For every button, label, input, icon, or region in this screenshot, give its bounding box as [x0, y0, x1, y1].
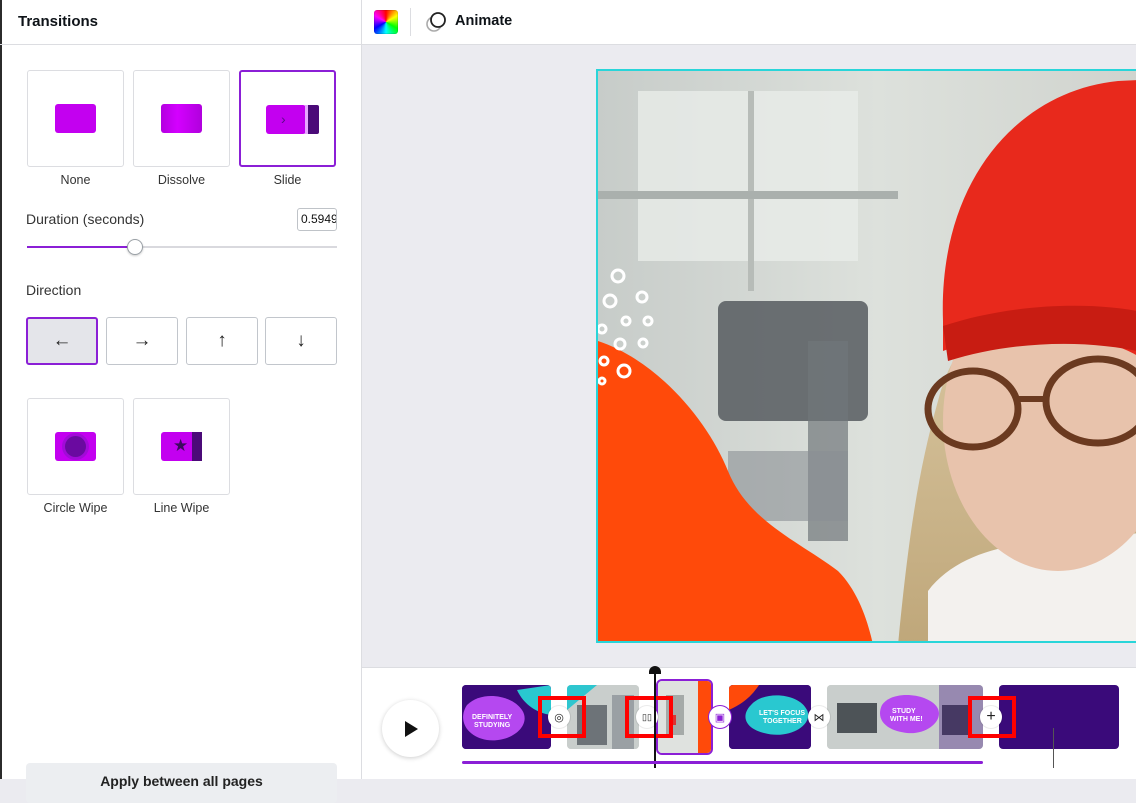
direction-label: Direction: [26, 282, 82, 298]
direction-right-button[interactable]: →: [106, 317, 178, 365]
dissolve-transition-icon: [161, 104, 202, 133]
slide-canvas[interactable]: [596, 69, 1136, 643]
slide-transition-icon: ›: [266, 105, 319, 134]
transition-button-3[interactable]: ▣: [709, 706, 731, 728]
transition-label-slide: Slide: [273, 173, 302, 187]
annotation-box: [968, 696, 1016, 738]
play-icon: [404, 720, 418, 737]
chevron-right-icon: ›: [281, 111, 286, 127]
circle-wipe-transition-icon: [55, 432, 96, 461]
panel-header: Transitions: [0, 0, 361, 45]
panel-title: Transitions: [18, 13, 99, 30]
timeline-progress-bar: [462, 761, 983, 764]
direction-down-button[interactable]: ↓: [265, 317, 337, 365]
transition-label-line-wipe: Line Wipe: [153, 501, 210, 515]
playhead-handle[interactable]: [649, 666, 661, 674]
slide-transition-small-icon: ▣: [714, 711, 726, 724]
transition-tile-circle-wipe[interactable]: [27, 398, 124, 495]
arrow-left-icon: ←: [52, 330, 72, 351]
transitions-panel: Transitions None Dissolve › Slide Durati…: [0, 0, 362, 803]
transition-label-dissolve: Dissolve: [157, 173, 206, 187]
color-picker-icon[interactable]: [374, 10, 398, 34]
clip-text: WITH ME!: [890, 716, 923, 723]
arrow-down-icon: ↓: [296, 330, 306, 351]
arrow-right-icon: →: [132, 330, 152, 351]
animate-icon: [426, 12, 446, 32]
editor-toolbar: Animate: [362, 0, 1136, 45]
annotation-box: [625, 696, 673, 738]
clip-text: STUDY: [892, 708, 916, 715]
timeline: DEFINITELY STUDYING LET'S FOCUS TOGETHER: [362, 666, 1136, 779]
transition-tile-line-wipe[interactable]: ★: [133, 398, 230, 495]
clip-text: STUDYING: [474, 722, 511, 729]
timeline-clip-4[interactable]: LET'S FOCUS TOGETHER: [729, 685, 811, 749]
animate-button[interactable]: Animate: [455, 13, 512, 29]
playhead[interactable]: [654, 674, 656, 768]
toolbar-divider: [410, 8, 411, 36]
duration-slider-fill: [27, 246, 136, 248]
line-wipe-transition-icon: ★: [161, 432, 202, 461]
clip-text: DEFINITELY: [472, 714, 513, 721]
bowtie-icon: ⋈: [813, 711, 825, 724]
annotation-box: [538, 696, 586, 738]
clip-text: LET'S FOCUS: [759, 710, 805, 717]
apply-between-all-pages-button[interactable]: Apply between all pages: [26, 763, 337, 803]
duration-slider-thumb[interactable]: [127, 239, 143, 255]
star-icon: ★: [173, 436, 189, 455]
transition-label-circle-wipe: Circle Wipe: [43, 501, 108, 515]
transition-button-4[interactable]: ⋈: [808, 706, 830, 728]
timeline-clip-6[interactable]: [999, 685, 1119, 749]
transition-tile-dissolve[interactable]: [133, 70, 230, 167]
clip-text: TOGETHER: [763, 718, 802, 725]
direction-up-button[interactable]: ↑: [186, 317, 258, 365]
transition-tile-slide[interactable]: ›: [239, 70, 336, 167]
arrow-up-icon: ↑: [217, 330, 227, 351]
direction-left-button[interactable]: ←: [26, 317, 98, 365]
circle-shape: [65, 436, 86, 457]
duration-slider[interactable]: [27, 246, 337, 248]
duration-label: Duration (seconds): [26, 211, 145, 227]
line-panel: [192, 432, 202, 461]
timeline-end-marker: [1053, 728, 1054, 768]
slide-panel: [308, 105, 319, 134]
clip-thumbnail: STUDY WITH ME!: [827, 685, 983, 749]
transition-label-none: None: [60, 173, 91, 187]
slide-photo: [598, 71, 1136, 641]
play-button[interactable]: [382, 700, 439, 757]
duration-input[interactable]: 0.5949: [297, 208, 337, 231]
none-transition-icon: [55, 104, 96, 133]
transition-tile-none[interactable]: [27, 70, 124, 167]
timeline-clip-5[interactable]: STUDY WITH ME!: [827, 685, 983, 749]
clip-thumbnail: LET'S FOCUS TOGETHER: [729, 685, 811, 749]
